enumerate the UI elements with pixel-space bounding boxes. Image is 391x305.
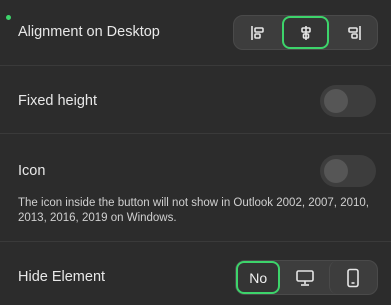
icon-helper-text: The icon inside the button will not show… <box>18 197 369 224</box>
align-left-button[interactable] <box>234 16 282 49</box>
alignment-row: Alignment on Desktop <box>0 0 391 66</box>
fixed-height-label: Fixed height <box>18 93 97 109</box>
icon-label: Icon <box>18 163 46 179</box>
hide-no-label: No <box>249 269 268 286</box>
align-left-icon <box>251 25 264 40</box>
align-right-icon <box>347 25 361 40</box>
align-right-button[interactable] <box>329 16 377 49</box>
toggle-knob <box>324 159 348 183</box>
alignment-segmented-control <box>233 15 378 50</box>
hide-mobile-button[interactable] <box>328 261 377 294</box>
alignment-label: Alignment on Desktop <box>18 24 160 40</box>
align-center-button[interactable] <box>281 16 330 49</box>
status-dot <box>6 15 11 20</box>
hide-desktop-button[interactable] <box>280 261 328 294</box>
hide-element-label: Hide Element <box>18 269 106 285</box>
fixed-height-row: Fixed height <box>0 66 391 134</box>
align-center-icon <box>301 25 311 40</box>
desktop-icon <box>296 269 314 286</box>
hide-element-row: Hide Element No <box>0 242 391 305</box>
hide-no-button[interactable]: No <box>236 261 281 294</box>
hide-element-segmented-control: No <box>235 260 378 295</box>
icon-toggle[interactable] <box>320 155 376 187</box>
mobile-icon <box>347 268 360 287</box>
toggle-knob <box>324 89 348 113</box>
fixed-height-toggle[interactable] <box>320 85 376 117</box>
